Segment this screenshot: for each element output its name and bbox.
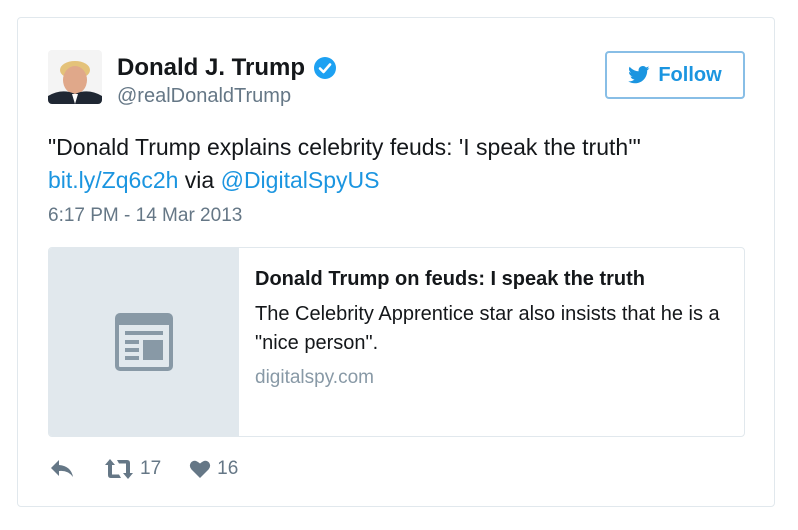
retweet-button[interactable]: 17 [104,458,161,480]
tweet-actions: 17 16 [50,458,238,480]
like-count: 16 [217,458,239,479]
like-button[interactable]: 16 [189,458,238,480]
link-card-body: Donald Trump on feuds: I speak the truth… [239,248,741,436]
tweet-text: "Donald Trump explains celebrity feuds: … [48,131,748,197]
avatar-image [48,50,102,104]
retweet-icon [105,459,133,479]
retweet-count: 17 [140,458,162,479]
follow-button[interactable]: Follow [605,51,745,99]
author-name-row: Donald J. Trump [117,54,337,82]
follow-label: Follow [658,63,722,86]
author-name[interactable]: Donald J. Trump [117,54,305,82]
tweet-quote: "Donald Trump explains celebrity feuds: … [48,134,641,160]
tweet-link[interactable]: bit.ly/Zq6c2h [48,167,178,193]
link-thumbnail [49,248,239,436]
verified-badge-icon [313,56,337,80]
tweet-embed-card: Donald J. Trump @realDonaldTrump Follow … [17,17,775,507]
link-card-title: Donald Trump on feuds: I speak the truth [255,268,646,290]
link-card-domain: digitalspy.com [255,367,374,388]
heart-icon [190,460,211,478]
article-icon [115,313,173,371]
tweet-via: via [178,167,221,193]
reply-icon [51,460,73,477]
reply-button[interactable] [50,459,74,479]
author-handle[interactable]: @realDonaldTrump [117,84,291,108]
link-card-description: The Celebrity Apprentice star also insis… [255,303,720,354]
tweet-timestamp[interactable]: 6:17 PM - 14 Mar 2013 [48,204,242,228]
avatar[interactable] [48,50,102,104]
tweet-mention[interactable]: @DigitalSpyUS [221,167,380,193]
twitter-bird-icon [628,66,650,84]
link-preview-card[interactable]: Donald Trump on feuds: I speak the truth… [48,247,745,437]
